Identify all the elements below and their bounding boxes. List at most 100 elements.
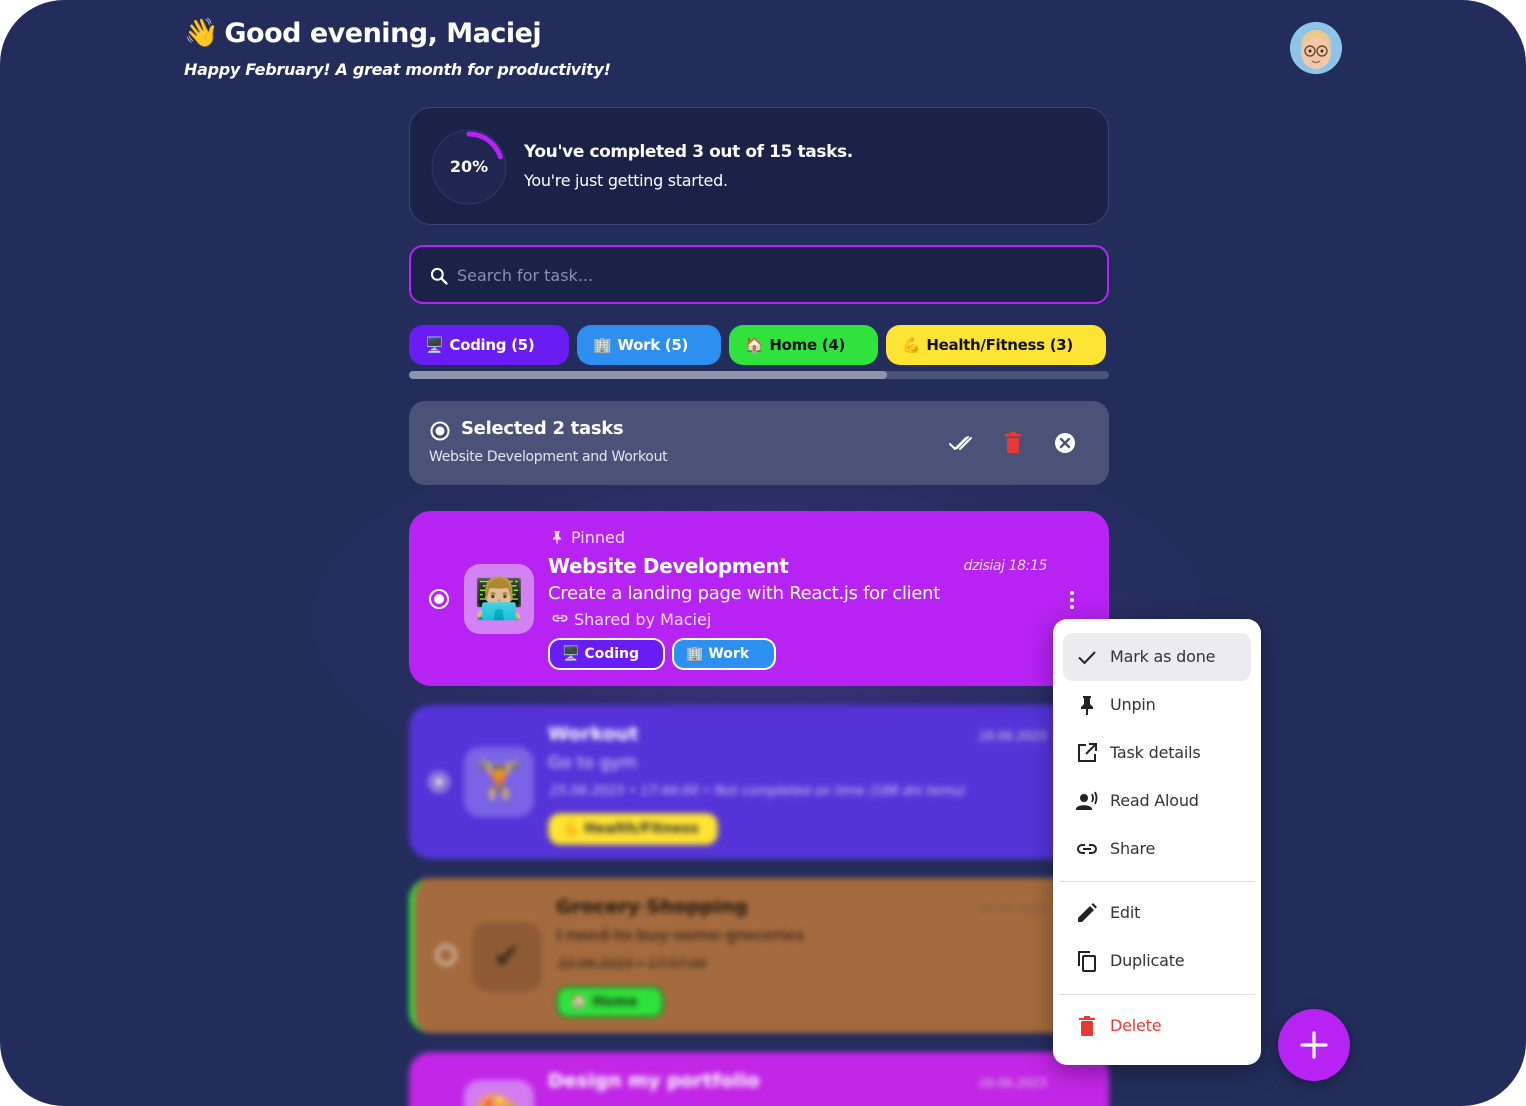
close-icon[interactable] (1051, 429, 1079, 457)
more-options-icon[interactable] (1064, 588, 1080, 612)
link-icon (552, 614, 568, 622)
menu-item-share[interactable]: Share (1063, 825, 1251, 873)
task-meta: 22.06.2023 • 17:57:00 (558, 957, 707, 972)
selection-title: Selected 2 tasks (461, 418, 624, 439)
task-tag-work[interactable]: 🏢 Work (672, 638, 776, 670)
menu-item-delete[interactable]: Delete (1063, 1002, 1251, 1050)
category-scrollbar[interactable] (409, 371, 1109, 379)
task-tag-label: Work (708, 646, 750, 662)
search-input[interactable] (457, 255, 1077, 295)
task-context-menu: Mark as done Unpin Task details Read Alo… (1053, 619, 1261, 1065)
selection-bar: Selected 2 tasks Website Development and… (409, 401, 1109, 485)
task-emoji: 🏋️ (464, 747, 534, 817)
office-building-emoji-icon: 🏢 (686, 646, 704, 662)
category-chip-coding[interactable]: 🖥️ Coding (5) (409, 325, 569, 365)
task-title: Workout (548, 723, 639, 745)
menu-divider (1059, 994, 1255, 995)
avatar-face-icon (1290, 22, 1342, 74)
flexed-biceps-emoji-icon: 💪 (902, 336, 921, 354)
menu-item-read-aloud[interactable]: Read Aloud (1063, 777, 1251, 825)
category-chip-health-fitness[interactable]: 💪 Health/Fitness (3) (886, 325, 1106, 365)
pinned-label: Pinned (549, 528, 625, 547)
task-card-grocery-shopping[interactable]: ✔ Grocery Shopping 19.06.2023 I need to … (409, 878, 1109, 1033)
task-tag-label: Home (592, 994, 638, 1010)
category-chip-home[interactable]: 🏠 Home (4) (729, 325, 878, 365)
wave-emoji-icon: 👋 (184, 16, 219, 49)
task-description: I need to buy some groceries (556, 926, 805, 946)
task-tag-label: Health/Fitness (584, 821, 699, 837)
delete-selected-icon[interactable] (999, 429, 1027, 457)
greeting-heading: 👋 Good evening, Maciej (184, 16, 542, 49)
menu-item-unpin[interactable]: Unpin (1063, 681, 1251, 729)
task-shared-text: Shared by Maciej (574, 610, 712, 629)
office-building-emoji-icon: 🏢 (593, 336, 612, 354)
open-in-new-icon (1078, 743, 1097, 762)
task-meta: 25.06.2023 • 17:44:00 • Not completed on… (550, 784, 966, 799)
mark-all-done-icon[interactable] (947, 429, 975, 457)
task-date: 19.06.2023 (978, 902, 1047, 916)
pin-icon (1081, 696, 1093, 715)
progress-percent: 20% (449, 157, 489, 176)
task-card-workout[interactable]: 🏋️ Workout 18.06.2023 Go to gym 25.06.20… (409, 705, 1109, 859)
radio-unchecked-icon[interactable] (435, 944, 457, 966)
record-voice-icon (1076, 791, 1098, 810)
menu-item-label: Unpin (1110, 695, 1156, 714)
menu-item-mark-as-done[interactable]: Mark as done (1063, 633, 1251, 681)
task-tag-label: Coding (584, 646, 640, 662)
category-scrollbar-thumb[interactable] (409, 371, 887, 379)
search-box (409, 245, 1109, 304)
selection-subtitle: Website Development and Workout (429, 449, 668, 465)
task-emoji: 🎨 (464, 1080, 534, 1106)
computer-emoji-icon: 🖥️ (562, 646, 580, 662)
app-screen: 👋 Good evening, Maciej Happy February! A … (0, 0, 1526, 1106)
category-chip-work[interactable]: 🏢 Work (5) (577, 325, 721, 365)
task-description: Go to gym (548, 753, 637, 773)
task-tag-health-fitness[interactable]: 💪 Health/Fitness (548, 813, 718, 845)
user-avatar[interactable] (1290, 22, 1342, 74)
menu-item-label: Share (1110, 839, 1156, 858)
search-icon (430, 267, 448, 285)
radio-checked-icon[interactable] (428, 588, 450, 610)
pencil-icon (1078, 903, 1097, 922)
category-chip-label: Health/Fitness (3) (926, 336, 1073, 354)
radio-checked-icon[interactable] (428, 771, 450, 793)
menu-item-edit[interactable]: Edit (1063, 889, 1251, 937)
task-title: Design my portfolio (548, 1070, 760, 1092)
house-emoji-icon: 🏠 (570, 994, 588, 1010)
menu-item-task-details[interactable]: Task details (1063, 729, 1251, 777)
copy-icon (1078, 951, 1096, 972)
menu-item-label: Task details (1110, 743, 1201, 762)
pinned-text: Pinned (571, 528, 626, 547)
menu-item-label: Delete (1110, 1016, 1162, 1035)
task-title: Grocery Shopping (556, 896, 748, 918)
greeting-text: Good evening, Maciej (224, 18, 542, 49)
progress-title: You've completed 3 out of 15 tasks. (524, 142, 853, 162)
task-tag-home[interactable]: 🏠 Home (556, 986, 664, 1018)
plus-icon (1300, 1031, 1328, 1059)
computer-emoji-icon: 🖥️ (425, 336, 444, 354)
menu-item-label: Edit (1110, 903, 1141, 922)
greeting-subtitle: Happy February! A great month for produc… (184, 60, 611, 79)
link-icon (1077, 844, 1097, 854)
task-date: dzisiaj 18:15 (963, 558, 1048, 574)
flexed-biceps-emoji-icon: 💪 (562, 821, 580, 837)
progress-subtitle: You're just getting started. (524, 171, 728, 190)
add-task-button[interactable] (1278, 1009, 1350, 1081)
progress-card: 20% You've completed 3 out of 15 tasks. … (409, 107, 1109, 225)
task-tag-coding[interactable]: 🖥️ Coding (548, 638, 665, 670)
trash-icon (1079, 1016, 1095, 1036)
check-icon (1078, 651, 1096, 665)
menu-divider (1059, 881, 1255, 882)
category-chip-label: Work (5) (617, 336, 689, 354)
task-date: 19.06.2023 (978, 1076, 1047, 1090)
task-description: Create a landing page with React.js for … (548, 583, 940, 604)
task-emoji: ✔ (472, 922, 542, 992)
house-emoji-icon: 🏠 (745, 336, 764, 354)
menu-item-label: Read Aloud (1110, 791, 1199, 810)
task-card-website-development[interactable]: 👨🏼‍💻 Pinned Website Development dzisiaj … (409, 511, 1109, 686)
task-card-design-portfolio[interactable]: 🎨 Design my portfolio 19.06.2023 (409, 1052, 1109, 1106)
menu-item-duplicate[interactable]: Duplicate (1063, 937, 1251, 985)
task-shared-by: Shared by Maciej (550, 609, 711, 629)
task-date: 18.06.2023 (978, 729, 1047, 743)
menu-item-label: Duplicate (1110, 951, 1185, 970)
